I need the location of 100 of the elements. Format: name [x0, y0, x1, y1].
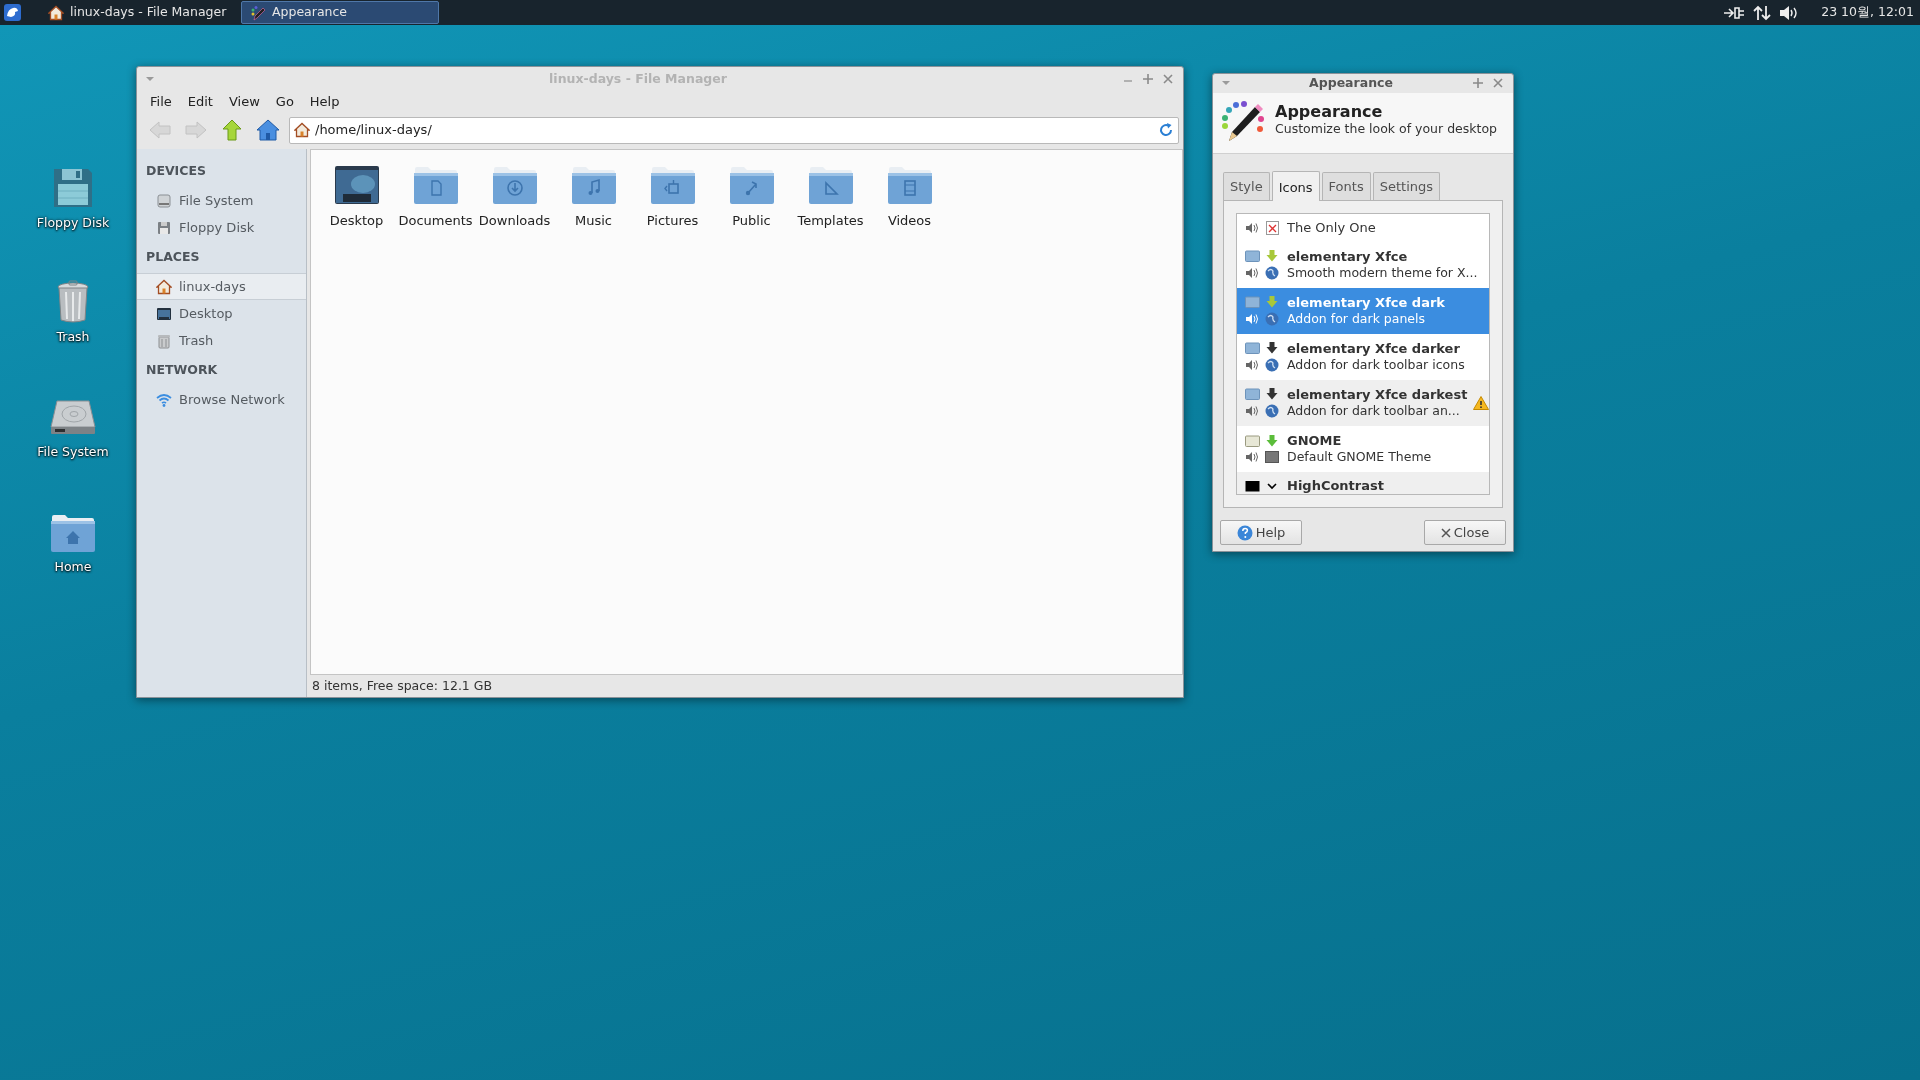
help-icon	[1236, 524, 1253, 541]
theme-row[interactable]: The Only One	[1237, 214, 1489, 243]
desktop-icon[interactable]: File System	[22, 395, 124, 462]
theme-row[interactable]: GNOME Default GNOME Theme	[1237, 426, 1489, 473]
speaker-icon	[1779, 4, 1800, 21]
folder-icon	[1244, 480, 1260, 493]
globe-icon	[1265, 312, 1279, 327]
taskbar-button[interactable]: linux-days - File Manager	[39, 1, 237, 24]
folder-icon	[1244, 296, 1260, 309]
close-button[interactable]: Close	[1424, 520, 1506, 546]
drive-icon	[156, 192, 172, 209]
home-icon	[294, 122, 310, 138]
up-arrow-icon	[222, 119, 242, 141]
folder-icon	[648, 164, 697, 206]
location-field[interactable]: /home/linux-days/	[315, 120, 1153, 140]
desktop-icon[interactable]: Trash	[22, 280, 124, 347]
folder-item[interactable]: Videos	[870, 164, 949, 231]
tab[interactable]: Style	[1223, 171, 1270, 201]
folder-icon	[1244, 250, 1260, 263]
dialog-heading: Appearance	[1275, 102, 1384, 121]
transfer-arrows-icon	[1753, 4, 1772, 21]
sidebar-item[interactable]: File System	[137, 187, 306, 214]
folder-item[interactable]: Desktop	[317, 164, 396, 231]
trash-icon	[56, 280, 90, 324]
status-text: 8 items, Free space: 12.1 GB	[311, 676, 494, 695]
window-menu-icon[interactable]	[145, 75, 155, 83]
theme-name: elementary Xfce darker	[1287, 342, 1461, 358]
menu-item[interactable]: Edit	[180, 91, 220, 113]
theme-row[interactable]: elementary Xfce darkest Addon for dark toolbar an...	[1237, 380, 1489, 427]
folder-icon	[885, 164, 934, 206]
wifi-icon	[156, 391, 172, 408]
folder-item[interactable]: Templates	[791, 164, 870, 231]
taskbar-button[interactable]: Appearance	[241, 1, 439, 24]
section-heading: NETWORK	[145, 360, 219, 379]
network-icon	[1723, 4, 1746, 21]
desktop-icon[interactable]: Home	[22, 510, 124, 577]
speaker-icon	[1245, 313, 1259, 326]
folder-icon	[1244, 435, 1260, 448]
help-button[interactable]: Help	[1220, 520, 1302, 546]
screen-icon	[1265, 451, 1279, 464]
close-icon[interactable]	[1161, 72, 1175, 86]
back-arrow-icon	[149, 120, 171, 140]
sidebar-item[interactable]: Trash	[137, 327, 306, 354]
theme-name: elementary Xfce	[1287, 250, 1409, 266]
monitor-icon	[332, 164, 381, 206]
speaker-icon	[1245, 267, 1259, 280]
menu-item[interactable]: Go	[268, 91, 301, 113]
folder-icon	[1244, 388, 1260, 401]
speaker-icon	[1245, 405, 1259, 418]
down-arrow-icon	[1266, 388, 1278, 401]
down-arrow-icon	[1266, 250, 1278, 263]
theme-name: elementary Xfce darkest	[1287, 388, 1468, 404]
tab[interactable]: Icons	[1271, 170, 1320, 202]
theme-description: Addon for dark toolbar an...	[1287, 403, 1461, 419]
folder-item[interactable]: Public	[712, 164, 791, 231]
home-icon	[256, 119, 280, 141]
folder-item[interactable]: Pictures	[633, 164, 712, 231]
theme-description: Smooth modern theme for X...	[1287, 265, 1479, 281]
sidebar-item[interactable]: Desktop	[137, 300, 306, 327]
home-icon	[48, 4, 64, 21]
sidebar-item[interactable]: linux-days	[137, 273, 306, 300]
section-heading: DEVICES	[145, 161, 207, 180]
floppy-icon	[51, 166, 95, 210]
dialog-subtitle: Customize the look of your desktop	[1275, 120, 1497, 139]
folder-icon	[411, 164, 460, 206]
location-bar[interactable]: /home/linux-days/	[289, 116, 1179, 144]
folder-icon	[490, 164, 539, 206]
clock[interactable]: 23 10월, 12:01	[1811, 3, 1920, 22]
maximize-icon[interactable]	[1141, 72, 1155, 86]
theme-description: Addon for dark panels	[1287, 311, 1427, 327]
theme-name: elementary Xfce dark	[1287, 296, 1446, 312]
desktop-icon[interactable]: Floppy Disk	[22, 166, 124, 233]
maximize-icon[interactable]	[1471, 76, 1485, 91]
tab[interactable]: Settings	[1372, 171, 1440, 201]
tab[interactable]: Fonts	[1321, 171, 1371, 201]
trash-icon	[156, 332, 172, 349]
folder-item[interactable]: Music	[554, 164, 633, 231]
folder-icon	[569, 164, 618, 206]
down-arrow-icon	[1266, 342, 1278, 355]
palette-pencil-icon	[1221, 98, 1265, 143]
refresh-icon[interactable]	[1158, 122, 1174, 138]
folder-item[interactable]: Downloads	[475, 164, 554, 231]
sidebar-item[interactable]: Browse Network	[137, 386, 306, 413]
close-icon	[1440, 527, 1451, 538]
theme-row[interactable]: HighContrast	[1237, 472, 1489, 495]
menu-item[interactable]: Help	[302, 91, 347, 113]
menu-item[interactable]: File	[143, 91, 179, 113]
sidebar-item[interactable]: Floppy Disk	[137, 214, 306, 241]
pencil-icon	[250, 4, 266, 21]
theme-name: The Only One	[1287, 220, 1377, 236]
window-menu-icon[interactable]	[1221, 79, 1231, 88]
theme-row[interactable]: elementary Xfce darker Addon for dark toolbar icons	[1237, 334, 1489, 381]
down-arrow-icon	[1266, 296, 1278, 309]
theme-name: HighContrast	[1287, 478, 1385, 494]
menu-item[interactable]: View	[221, 91, 267, 113]
section-heading: PLACES	[145, 247, 201, 266]
folder-item[interactable]: Documents	[396, 164, 475, 231]
theme-row[interactable]: elementary Xfce Smooth modern theme for X...	[1237, 242, 1489, 289]
floppy-icon	[156, 219, 172, 236]
folder-icon	[1244, 342, 1260, 355]
